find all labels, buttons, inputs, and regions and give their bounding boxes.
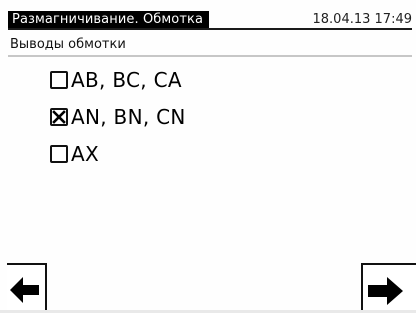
checkbox-checked[interactable]: [50, 108, 68, 126]
option-label: AX: [71, 142, 99, 166]
window-title: Размагничивание. Обмотка: [8, 11, 210, 28]
back-button[interactable]: [7, 263, 47, 313]
screen: Размагничивание. Обмотка 18.04.13 17:49 …: [0, 0, 416, 313]
arrow-right-icon: [368, 277, 403, 305]
option-label: AN, BN, CN: [71, 105, 186, 129]
section-divider: [8, 55, 412, 57]
winding-options-list: AB, BC, CA AN, BN, CN AX: [50, 67, 186, 178]
header-divider: [8, 28, 412, 30]
option-label: AB, BC, CA: [71, 68, 182, 92]
option-ab-bc-ca[interactable]: AB, BC, CA: [50, 67, 186, 93]
checkbox-unchecked[interactable]: [50, 71, 68, 89]
checkbox-unchecked[interactable]: [50, 145, 68, 163]
header-bar: Размагничивание. Обмотка 18.04.13 17:49: [8, 8, 412, 30]
section-title: Выводы обмотки: [10, 37, 126, 52]
option-an-bn-cn[interactable]: AN, BN, CN: [50, 104, 186, 130]
arrow-left-icon: [10, 277, 39, 303]
next-button[interactable]: [361, 263, 416, 313]
datetime-display: 18.04.13 17:49: [312, 12, 413, 27]
check-x-icon: [52, 110, 66, 124]
option-ax[interactable]: AX: [50, 141, 186, 167]
